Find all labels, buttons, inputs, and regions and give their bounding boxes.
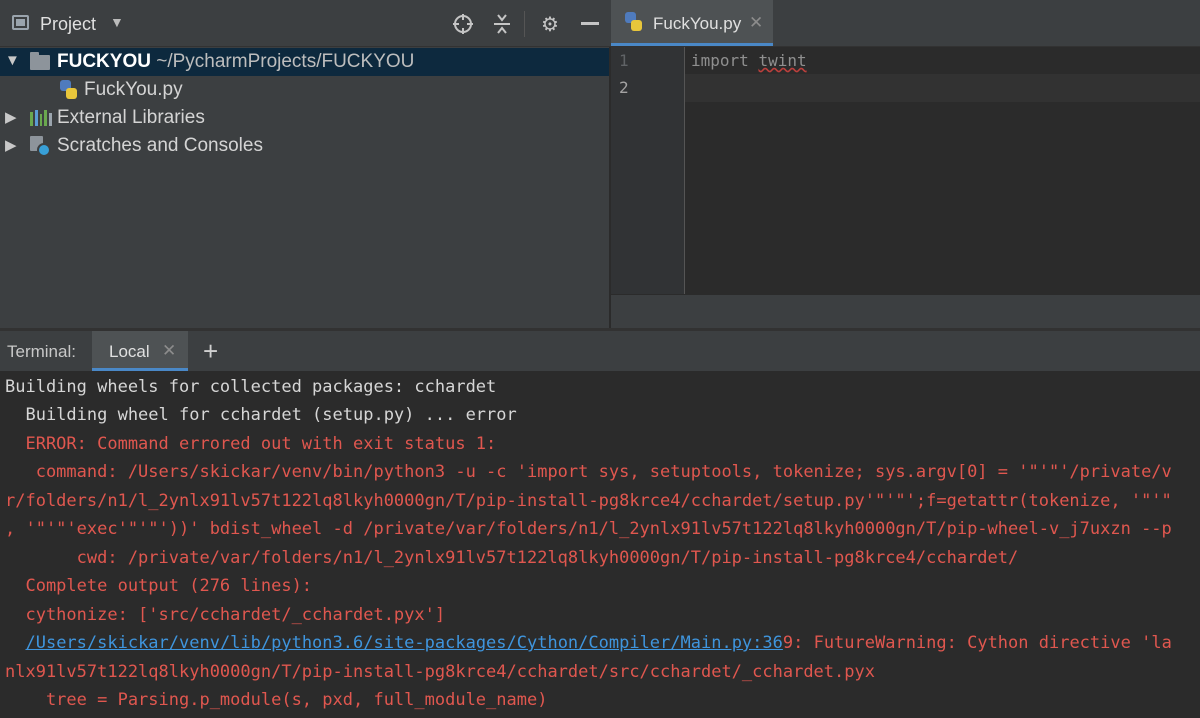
terminal-line: cythonize: ['src/cchardet/_cchardet.pyx'… <box>5 605 446 625</box>
gear-icon[interactable]: ⚙ <box>538 12 562 36</box>
project-root-path: ~/PycharmProjects/FUCKYOU <box>156 51 415 72</box>
project-panel-header: Project ▼ ⚙ <box>0 0 610 46</box>
terminal-output[interactable]: Building wheels for collected packages: … <box>0 372 1200 718</box>
project-root-name: FUCKYOU <box>57 51 151 72</box>
top-bar: Project ▼ ⚙ FuckYou.py ✕ <box>0 0 1200 47</box>
tree-item-fuckyou-py[interactable]: FuckYou.py <box>0 76 609 104</box>
editor-gutter: 1 2 <box>611 47 685 294</box>
tree-item-label: External Libraries <box>57 107 205 128</box>
terminal-tab-local[interactable]: Local ✕ <box>92 331 188 371</box>
terminal-line: , '"'"'exec'"'"'))' bdist_wheel -d /priv… <box>5 519 1172 539</box>
locate-crosshair-icon[interactable] <box>451 12 475 36</box>
terminal-line: tree = Parsing.p_module(s, pxd, full_mod… <box>5 690 548 710</box>
tree-item-label: FuckYou.py <box>84 79 183 100</box>
unresolved-module: twint <box>758 51 807 70</box>
source-file-link[interactable]: /Users/skickar/venv/lib/python3.6/site-p… <box>25 633 782 653</box>
editor-tab-label: FuckYou.py <box>653 14 742 33</box>
close-icon[interactable]: ✕ <box>749 13 763 33</box>
terminal-line: ERROR: Command errored out with exit sta… <box>5 434 497 454</box>
project-tree: ▼ FUCKYOU ~/PycharmProjects/FUCKYOU Fuck… <box>0 47 610 328</box>
expand-arrow-icon[interactable]: ▼ <box>5 52 20 69</box>
expand-arrow-icon[interactable]: ▶ <box>5 136 17 154</box>
terminal-title: Terminal: <box>7 342 76 361</box>
python-file-icon <box>60 80 78 100</box>
terminal-warning-line: /Users/skickar/venv/lib/python3.6/site-p… <box>5 633 1172 653</box>
terminal-line: command: /Users/skickar/venv/bin/python3… <box>5 462 1172 482</box>
terminal-line: cwd: /private/var/folders/n1/l_2ynlx91lv… <box>5 548 1019 568</box>
header-divider <box>524 11 525 37</box>
tree-item-external-libraries[interactable]: ▶ External Libraries <box>0 104 609 132</box>
tree-item-project-root[interactable]: ▼ FUCKYOU ~/PycharmProjects/FUCKYOU <box>0 48 609 76</box>
line-number: 2 <box>619 78 629 97</box>
terminal-line: Complete output (276 lines): <box>5 576 313 596</box>
terminal-line: nlx91lv57t122lq8lkyh0000gn/T/pip-install… <box>5 662 875 682</box>
library-icon <box>30 110 52 126</box>
editor-tab-bar: FuckYou.py ✕ <box>611 0 1200 46</box>
terminal-tab-label: Local <box>109 342 150 361</box>
tree-item-label: Scratches and Consoles <box>57 135 263 156</box>
folder-icon <box>30 52 50 70</box>
expand-arrow-icon[interactable]: ▶ <box>5 108 17 126</box>
line-number: 1 <box>619 51 629 70</box>
python-file-icon <box>625 12 643 32</box>
new-terminal-button[interactable]: + <box>203 336 218 367</box>
project-window-icon <box>12 15 29 30</box>
warning-text: 9: FutureWarning: Cython directive 'la <box>782 633 1172 653</box>
terminal-line: Building wheel for cchardet (setup.py) .… <box>5 405 517 425</box>
close-icon[interactable]: ✕ <box>162 341 176 361</box>
code-line-1[interactable]: import twint <box>691 51 807 70</box>
code-editor[interactable]: import twint <box>685 47 1200 294</box>
terminal-tab-bar: Terminal: Local ✕ + <box>0 331 1200 372</box>
minimize-icon[interactable] <box>578 12 602 36</box>
project-view-selector[interactable]: Project <box>40 14 96 35</box>
code-keyword: import <box>691 51 749 70</box>
chevron-down-icon[interactable]: ▼ <box>110 14 124 30</box>
current-line-highlight <box>685 74 1200 102</box>
editor-tab-fuckyou-py[interactable]: FuckYou.py ✕ <box>611 0 773 46</box>
terminal-line: Building wheels for collected packages: … <box>5 377 497 397</box>
scratches-icon <box>30 136 52 158</box>
editor-bottom-strip <box>611 295 1200 328</box>
tree-item-scratches[interactable]: ▶ Scratches and Consoles <box>0 132 609 160</box>
collapse-all-icon[interactable] <box>490 12 514 36</box>
terminal-line: r/folders/n1/l_2ynlx91lv57t122lq8lkyh000… <box>5 491 1172 511</box>
